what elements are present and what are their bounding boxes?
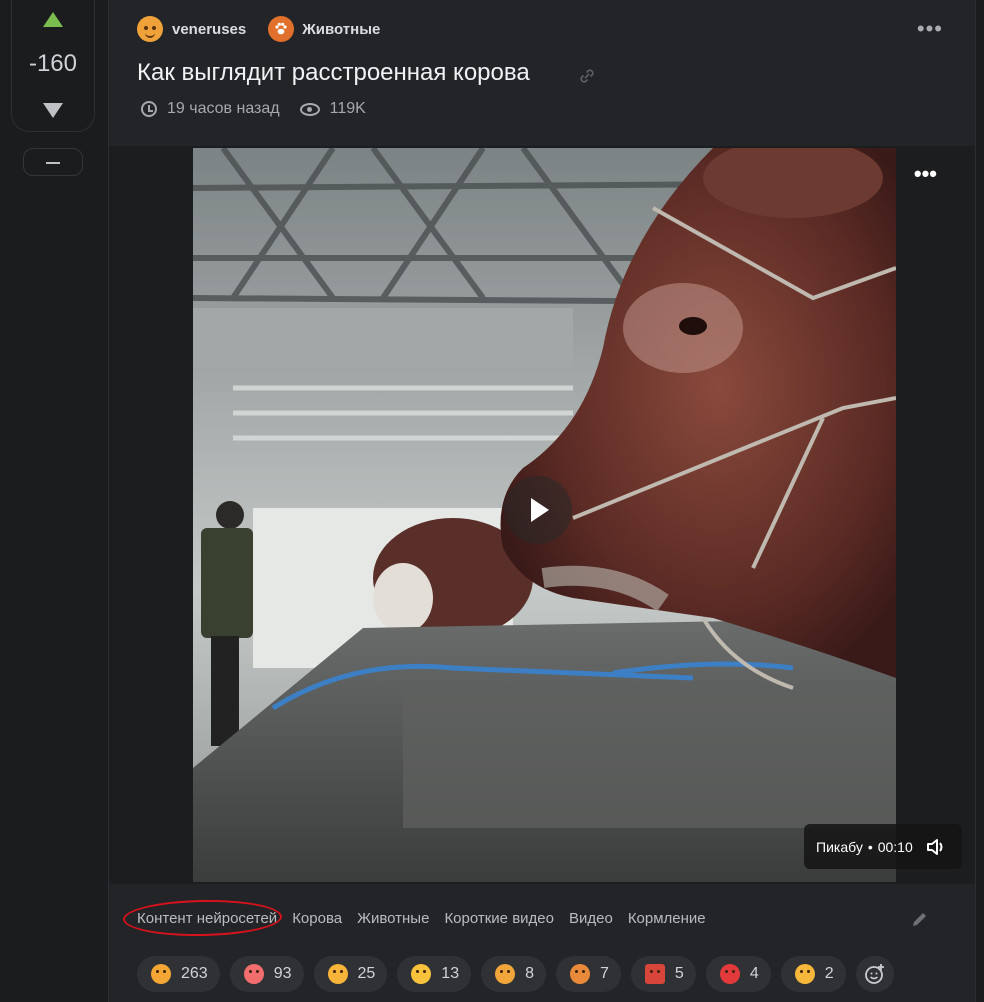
reaction-count: 25 (357, 965, 376, 982)
author-avatar[interactable] (137, 16, 163, 42)
tag-short-videos[interactable]: Короткие видео (444, 910, 554, 927)
view-count: 119K (329, 100, 366, 117)
smiley-plus-icon (864, 964, 884, 984)
reaction-count: 93 (273, 965, 292, 982)
add-reaction-button[interactable] (855, 956, 894, 992)
reaction-button[interactable]: 263 (137, 956, 220, 992)
reaction-count: 7 (600, 965, 609, 982)
eye-icon (299, 102, 320, 116)
video-options-icon[interactable]: ••• (914, 163, 937, 185)
collapse-post-button[interactable] (23, 148, 83, 176)
reaction-button[interactable]: 25 (313, 956, 388, 992)
author-name[interactable]: veneruses (172, 21, 246, 38)
vote-count: -160 (28, 50, 78, 77)
laughing-face-emoji-icon (411, 964, 432, 984)
crying-face-emoji-icon (327, 964, 348, 984)
reaction-button[interactable]: 5 (630, 956, 696, 992)
grinning-face-emoji-icon (794, 964, 815, 984)
clown-face-emoji-icon (243, 964, 264, 984)
paw-icon[interactable] (268, 16, 295, 42)
angry-face-emoji-icon (719, 964, 740, 984)
thinking-face-emoji-icon (495, 964, 516, 984)
tired-face-emoji-icon (151, 964, 171, 984)
tag-video[interactable]: Видео (569, 910, 613, 927)
reaction-button[interactable]: 4 (705, 956, 771, 992)
tag-animals[interactable]: Животные (357, 910, 429, 927)
reaction-button[interactable]: 13 (397, 956, 472, 992)
reaction-button[interactable]: 7 (556, 956, 621, 992)
video-source: Пикабу (816, 838, 863, 855)
video-player: ••• Пикабу • 00:10 (109, 146, 975, 884)
reaction-bar: 263 93 25 13 8 7 5 4 2 (137, 956, 894, 992)
separator: • (867, 838, 873, 855)
tag-list: Контент нейросетей Корова Животные Корот… (137, 910, 721, 927)
post-meta: 19 часов назад 119K (141, 100, 366, 118)
post-header: veneruses Животные (137, 15, 380, 43)
minus-icon (46, 162, 60, 164)
link-icon[interactable] (577, 66, 597, 86)
tag-cow[interactable]: Корова (292, 910, 342, 927)
reaction-button[interactable]: 2 (780, 956, 846, 992)
reaction-count: 8 (525, 965, 534, 982)
tag-feeding[interactable]: Кормление (628, 910, 706, 927)
reaction-button[interactable]: 8 (481, 956, 546, 992)
reaction-count: 5 (674, 965, 684, 982)
reaction-count: 4 (749, 965, 759, 982)
downvote-arrow-icon[interactable] (43, 103, 63, 118)
reaction-button[interactable]: 93 (229, 956, 304, 992)
video-info-badge: Пикабу • 00:10 (804, 824, 962, 869)
post-time: 19 часов назад (167, 100, 280, 117)
reaction-count: 263 (181, 965, 208, 982)
pencil-icon[interactable] (909, 908, 931, 930)
post-title[interactable]: Как выглядит расстроенная корова (137, 59, 530, 87)
reaction-count: 13 (441, 965, 460, 982)
nauseated-face-emoji-icon (570, 964, 590, 984)
accordion-emoji-icon (644, 964, 665, 984)
video-duration: 00:10 (877, 838, 913, 855)
play-icon[interactable] (504, 476, 572, 544)
reaction-count: 2 (824, 965, 834, 982)
post-menu-icon[interactable]: ••• (917, 18, 943, 40)
community-name[interactable]: Животные (302, 21, 380, 38)
upvote-arrow-icon[interactable] (43, 12, 63, 27)
volume-icon[interactable] (925, 837, 945, 857)
clock-icon (141, 101, 157, 117)
tag-ai-content[interactable]: Контент нейросетей (137, 910, 277, 927)
post-card: veneruses Животные ••• Как выглядит расс… (108, 0, 976, 1002)
